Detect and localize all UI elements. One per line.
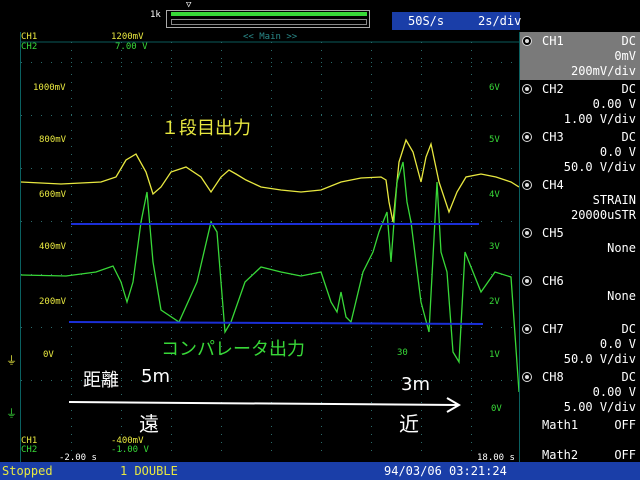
ch1-top-value: 1200mV	[111, 32, 144, 42]
channel-offset: 20000uSTR	[570, 208, 636, 222]
channel-knob-icon	[522, 180, 532, 190]
right-axis-label: 1V	[489, 350, 500, 360]
channel-knob-icon	[522, 228, 532, 238]
right-axis-label: 5V	[489, 135, 500, 145]
channel-scale: 200mV/div	[570, 64, 636, 78]
distance-5m-label: 5m	[141, 366, 170, 387]
right-axis-label: 4V	[489, 190, 500, 200]
channel-offset: 0.0 V	[599, 145, 636, 159]
time-per-div: 2s/div	[478, 14, 522, 28]
right-axis-label: 2V	[489, 297, 500, 307]
channel-scale: 1.00 V/div	[563, 112, 636, 126]
distance-label: 距離	[83, 370, 119, 391]
right-axis-label: 0V	[491, 404, 502, 414]
left-axis-label: 600mV	[39, 190, 67, 200]
channel-name: CH6	[542, 274, 564, 288]
channel-knob-icon	[522, 84, 532, 94]
channel-knob-icon	[522, 372, 532, 382]
ch2-ground-marker-icon[interactable]: ⏚	[6, 405, 17, 421]
ch2-top-value: 7.00 V	[115, 42, 148, 52]
record-position-bar[interactable]	[166, 10, 370, 28]
channel-scale: 50.0 V/div	[563, 352, 636, 366]
channel-coupling: OFF	[614, 448, 636, 462]
channel-name: CH2	[542, 82, 564, 96]
channel-name: CH1	[542, 34, 564, 48]
ch1-stage1-trace	[21, 138, 519, 223]
datetime: 94/03/06 03:21:24	[384, 464, 507, 478]
ch2-bottom-label: CH2	[21, 445, 38, 455]
left-axis-label: 0V	[43, 350, 54, 360]
channel-coupling: OFF	[614, 418, 636, 432]
ch1-screen-label: CH1	[21, 32, 38, 42]
left-axis-label: 200mV	[39, 297, 67, 307]
ch2-bottom-value: -1.00 V	[111, 445, 149, 455]
channel-name: CH3	[542, 130, 564, 144]
top-status-bar: 1k ▽ 50S/s 2s/div	[0, 0, 640, 32]
channel-name: CH5	[542, 226, 564, 240]
distance-3m-label: 3m	[401, 374, 430, 395]
channel-knob-icon	[522, 324, 532, 334]
waveform-display[interactable]: CH1 CH2 1200mV 7.00 V << Main >> 1000mV …	[20, 32, 520, 463]
acquisition-state: Stopped	[2, 464, 53, 478]
channel-knob-icon	[522, 276, 532, 286]
channel-coupling: DC	[621, 322, 636, 336]
channel-row-ch8[interactable]: CH8 DC 0.00 V 5.00 V/div	[520, 368, 640, 416]
channel-offset: 0.00 V	[592, 97, 636, 111]
right-axis-label: 6V	[489, 83, 500, 93]
channel-coupling: DC	[621, 34, 636, 48]
far-label: 遠	[139, 412, 159, 436]
channel-row-ch2[interactable]: CH2 DC 0.00 V 1.00 V/div	[520, 80, 640, 128]
ch1-ground-marker-icon[interactable]: ⏚	[6, 352, 17, 368]
channel-row-ch7[interactable]: CH7 DC 0.0 V 50.0 V/div	[520, 320, 640, 368]
cursor-label: 30	[397, 348, 408, 358]
channel-name: CH4	[542, 178, 564, 192]
channel-row-math1[interactable]: Math1 OFF	[520, 416, 640, 442]
channel-row-ch5[interactable]: CH5 None	[520, 224, 640, 272]
channel-scale: 5.00 V/div	[563, 400, 636, 414]
channel-knob-icon	[522, 132, 532, 142]
channel-coupling: STRAIN	[592, 193, 636, 207]
channel-row-ch3[interactable]: CH3 DC 0.0 V 50.0 V/div	[520, 128, 640, 176]
channel-coupling: DC	[621, 370, 636, 384]
channel-offset: 0.00 V	[592, 385, 636, 399]
channel-scale: 50.0 V/div	[563, 160, 636, 174]
timebase-box[interactable]: 50S/s 2s/div	[392, 12, 522, 30]
channel-row-ch1[interactable]: CH1 DC 0mV 200mV/div	[520, 32, 640, 80]
waveform-svg	[21, 41, 519, 451]
left-axis-label: 800mV	[39, 135, 67, 145]
channel-name: Math2	[542, 448, 579, 462]
main-label: << Main >>	[243, 32, 298, 42]
near-label: 近	[399, 412, 419, 436]
lower-threshold-line	[68, 321, 484, 325]
channel-offset: 0.0 V	[599, 337, 636, 351]
channel-name: Math1	[542, 418, 579, 432]
channel-coupling: DC	[621, 82, 636, 96]
sample-rate: 50S/s	[408, 14, 445, 28]
channel-name: CH7	[542, 322, 564, 336]
trigger-position-marker[interactable]: ▽	[186, 0, 191, 10]
range-label: 1k	[150, 10, 161, 20]
left-axis-label: 1000mV	[33, 83, 66, 93]
channel-offset: None	[607, 241, 636, 255]
comparator-output-label: コンパレータ出力	[161, 339, 305, 360]
channel-name: CH8	[542, 370, 564, 384]
channel-row-ch6[interactable]: CH6 None	[520, 272, 640, 320]
stage1-output-label: １段目出力	[161, 118, 251, 139]
channel-offset: 0mV	[614, 49, 636, 63]
channel-offset: None	[607, 289, 636, 303]
channel-settings-panel: CH1 DC 0mV 200mV/div CH2 DC 0.00 V 1.00 …	[520, 32, 640, 466]
channel-row-ch4[interactable]: CH4 STRAIN 20000uSTR	[520, 176, 640, 224]
channel-coupling: DC	[621, 130, 636, 144]
left-axis-label: 400mV	[39, 242, 67, 252]
channel-knob-icon	[522, 36, 532, 46]
right-axis-label: 3V	[489, 242, 500, 252]
ch2-screen-label: CH2	[21, 42, 38, 52]
display-mode: 1 DOUBLE	[120, 464, 178, 478]
bottom-status-bar: Stopped 1 DOUBLE 94/03/06 03:21:24	[0, 462, 640, 480]
